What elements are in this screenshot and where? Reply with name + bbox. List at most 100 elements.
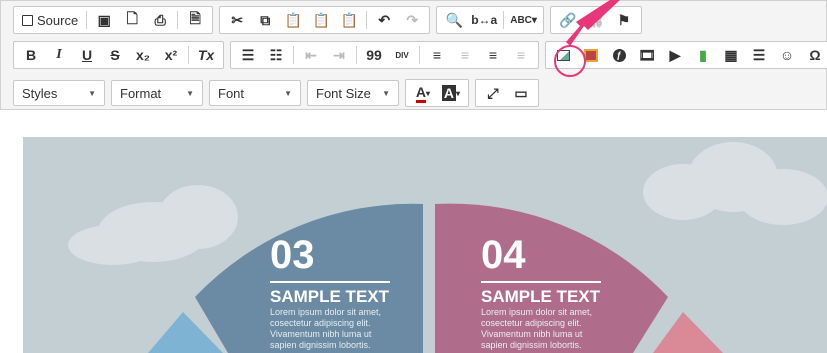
copy-icon: ⧉ (260, 11, 271, 28)
preview-icon: 🗋 (126, 10, 138, 26)
segment-04: 04 SAMPLE TEXT Lorem ipsum dolor sit ame… (481, 233, 601, 351)
outdent-button[interactable]: ⇤ (298, 44, 324, 66)
bold-button[interactable]: B (18, 44, 44, 66)
cut-button[interactable]: ✂ (224, 9, 250, 31)
spellcheck-icon: ABC▾ (510, 14, 537, 26)
chevron-down-icon: ▾ (456, 88, 461, 98)
paste-word-button[interactable]: 📋 (336, 9, 362, 31)
source-button[interactable]: Source (18, 9, 82, 31)
align-center-button[interactable]: ≡ (452, 44, 478, 66)
media-button[interactable]: ▮ (690, 44, 716, 66)
show-blocks-icon: ▭ (514, 84, 528, 101)
segment-04-number: 04 (481, 233, 526, 277)
replace-button[interactable]: b↔a (469, 9, 499, 31)
separator (419, 46, 420, 64)
justify-button[interactable]: ≡ (508, 44, 534, 66)
align-left-icon: ≡ (432, 47, 442, 63)
separator (356, 46, 357, 64)
remove-format-button[interactable]: Tx (193, 44, 219, 66)
redo-button[interactable]: ↷ (399, 9, 425, 31)
subscript-button[interactable]: x₂ (130, 44, 156, 66)
chevron-down-icon: ▼ (382, 88, 390, 98)
flash-icon: ƒ (612, 48, 626, 62)
paste-icon: 📋 (284, 11, 302, 28)
div-button[interactable]: DIV (389, 44, 415, 66)
format-dropdown[interactable]: Format ▼ (111, 80, 203, 106)
align-center-icon: ≡ (460, 47, 470, 63)
bulleted-list-button[interactable]: ☷ (263, 44, 289, 66)
basicstyles-group: B I U S x₂ x² Tx (13, 41, 224, 69)
font-size-dropdown[interactable]: Font Size ▼ (307, 80, 399, 106)
separator (503, 11, 505, 29)
paste-word-icon: 📋 (340, 11, 358, 28)
styles-dropdown[interactable]: Styles ▼ (13, 80, 105, 106)
video-button[interactable]: 🎞 (634, 44, 660, 66)
video-icon: 🎞 (638, 46, 656, 63)
bg-color-button[interactable]: A ▾ (438, 82, 464, 104)
templates-icon: 🗎 (189, 10, 201, 26)
annotation-arrow-icon (566, 0, 620, 46)
editor-content-image: 03 SAMPLE TEXT Lorem ipsum dolor sit ame… (23, 137, 827, 353)
superscript-button[interactable]: x² (158, 44, 184, 66)
iframe-icon (584, 48, 598, 62)
blockquote-button[interactable]: 99 (361, 44, 387, 66)
strike-button[interactable]: S (102, 44, 128, 66)
underline-button[interactable]: U (74, 44, 100, 66)
source-icon (22, 14, 33, 26)
divider (481, 281, 601, 283)
paste-button[interactable]: 📋 (280, 9, 306, 31)
copy-button[interactable]: ⧉ (252, 9, 278, 31)
paste-text-icon: 📋 (312, 11, 330, 28)
italic-button[interactable]: I (46, 44, 72, 66)
show-blocks-button[interactable]: ▭ (508, 82, 534, 104)
numbered-list-button[interactable]: ☰ (235, 44, 261, 66)
redo-icon: ↷ (406, 11, 419, 28)
styles-label: Styles (22, 85, 58, 101)
paragraph-group: ☰ ☷ ⇤ ⇥ 99 DIV ≡ ≡ ≡ ≡ (230, 41, 539, 69)
find-button[interactable]: 🔍 (441, 9, 467, 31)
print-button[interactable]: ⎙ (147, 9, 173, 31)
special-char-button[interactable]: Ω (802, 44, 827, 66)
chevron-down-icon: ▼ (186, 88, 194, 98)
format-label: Format (120, 85, 162, 101)
indent-icon: ⇥ (333, 46, 345, 63)
spellcheck-button[interactable]: ABC▾ (508, 9, 539, 31)
align-left-button[interactable]: ≡ (424, 44, 450, 66)
print-icon: ⎙ (154, 11, 166, 28)
font-label: Font (218, 85, 245, 101)
templates-button[interactable]: 🗎 (182, 9, 208, 31)
smiley-button[interactable]: ☺ (774, 44, 800, 66)
indent-button[interactable]: ⇥ (326, 44, 352, 66)
youtube-icon: ▶ (669, 46, 681, 63)
separator (86, 11, 88, 29)
font-dropdown[interactable]: Font ▼ (209, 80, 301, 106)
bulleted-list-icon: ☷ (269, 46, 283, 63)
horizontal-rule-button[interactable]: ☰ (746, 44, 772, 66)
replace-icon: b↔a (471, 13, 498, 27)
segment-04-body: Lorem ipsum dolor sit amet, cosectetur a… (481, 307, 593, 350)
divider (270, 281, 390, 283)
paste-text-button[interactable]: 📋 (308, 9, 334, 31)
save-icon: ▣ (97, 11, 111, 28)
align-right-button[interactable]: ≡ (480, 44, 506, 66)
text-color-button[interactable]: A ▾ (410, 82, 436, 104)
segment-04-title: SAMPLE TEXT (481, 287, 601, 306)
undo-button[interactable]: ↶ (371, 9, 397, 31)
table-button[interactable]: ▦ (718, 44, 744, 66)
segment-03-number: 03 (270, 233, 315, 277)
separator (366, 11, 368, 29)
youtube-button[interactable]: ▶ (662, 44, 688, 66)
font-size-label: Font Size (316, 85, 371, 101)
film-icon: ▮ (699, 46, 707, 63)
separator (188, 46, 189, 64)
maximize-icon: ⤢ (487, 84, 499, 101)
save-button[interactable]: ▣ (91, 9, 117, 31)
separator (293, 46, 294, 64)
numbered-list-icon: ☰ (241, 46, 255, 63)
preview-button[interactable]: 🗋 (119, 9, 145, 31)
maximize-button[interactable]: ⤢ (480, 82, 506, 104)
undo-icon: ↶ (378, 11, 391, 28)
separator (177, 11, 179, 29)
clipboard-group: ✂ ⧉ 📋 📋 📋 ↶ ↷ (219, 6, 431, 34)
editing-group: 🔍 b↔a ABC▾ (436, 6, 544, 34)
